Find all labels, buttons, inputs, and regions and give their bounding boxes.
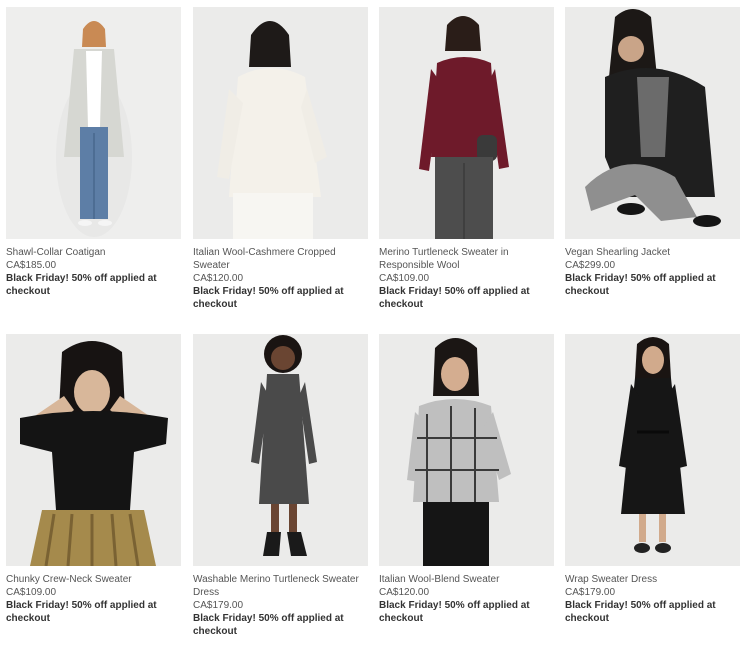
product-price: CA$299.00	[565, 260, 616, 271]
product-name[interactable]: Shawl-Collar Coatigan	[6, 246, 181, 259]
promo-text: Black Friday! 50% off applied at checkou…	[379, 600, 530, 624]
product-name[interactable]: Merino Turtleneck Sweater in Responsible…	[379, 246, 554, 272]
product-price: CA$179.00	[193, 600, 244, 611]
product-card[interactable]: Washable Merino Turtleneck Sweater Dress…	[193, 334, 368, 638]
promo-text: Black Friday! 50% off applied at checkou…	[565, 600, 716, 624]
product-grid: Shawl-Collar Coatigan CA$185.00 Black Fr…	[0, 0, 750, 645]
product-card[interactable]: Italian Wool-Cashmere Cropped Sweater CA…	[193, 7, 368, 311]
promo-text: Black Friday! 50% off applied at checkou…	[6, 273, 157, 297]
product-price: CA$179.00	[565, 587, 616, 598]
product-image[interactable]	[193, 334, 368, 566]
promo-text: Black Friday! 50% off applied at checkou…	[565, 273, 716, 297]
product-price: CA$109.00	[379, 273, 430, 284]
product-image[interactable]	[6, 334, 181, 566]
product-image[interactable]	[379, 334, 554, 566]
product-name[interactable]: Italian Wool-Blend Sweater	[379, 573, 554, 586]
product-card[interactable]: Italian Wool-Blend Sweater CA$120.00 Bla…	[379, 334, 554, 625]
product-name[interactable]: Italian Wool-Cashmere Cropped Sweater	[193, 246, 368, 272]
product-price: CA$120.00	[193, 273, 244, 284]
product-name[interactable]: Vegan Shearling Jacket	[565, 246, 740, 259]
product-card[interactable]: Chunky Crew-Neck Sweater CA$109.00 Black…	[6, 334, 181, 625]
product-price: CA$185.00	[6, 260, 57, 271]
promo-text: Black Friday! 50% off applied at checkou…	[379, 286, 530, 310]
product-price: CA$120.00	[379, 587, 430, 598]
product-image[interactable]	[565, 7, 740, 239]
product-image[interactable]	[193, 7, 368, 239]
promo-text: Black Friday! 50% off applied at checkou…	[193, 286, 344, 310]
product-price: CA$109.00	[6, 587, 57, 598]
product-name[interactable]: Wrap Sweater Dress	[565, 573, 740, 586]
product-name[interactable]: Chunky Crew-Neck Sweater	[6, 573, 181, 586]
product-card[interactable]: Shawl-Collar Coatigan CA$185.00 Black Fr…	[6, 7, 181, 298]
product-image[interactable]	[565, 334, 740, 566]
product-card[interactable]: Merino Turtleneck Sweater in Responsible…	[379, 7, 554, 311]
promo-text: Black Friday! 50% off applied at checkou…	[6, 600, 157, 624]
product-card[interactable]: Wrap Sweater Dress CA$179.00 Black Frida…	[565, 334, 740, 625]
product-card[interactable]: Vegan Shearling Jacket CA$299.00 Black F…	[565, 7, 740, 298]
product-image[interactable]	[6, 7, 181, 239]
product-image[interactable]	[379, 7, 554, 239]
promo-text: Black Friday! 50% off applied at checkou…	[193, 613, 344, 637]
product-name[interactable]: Washable Merino Turtleneck Sweater Dress	[193, 573, 368, 599]
